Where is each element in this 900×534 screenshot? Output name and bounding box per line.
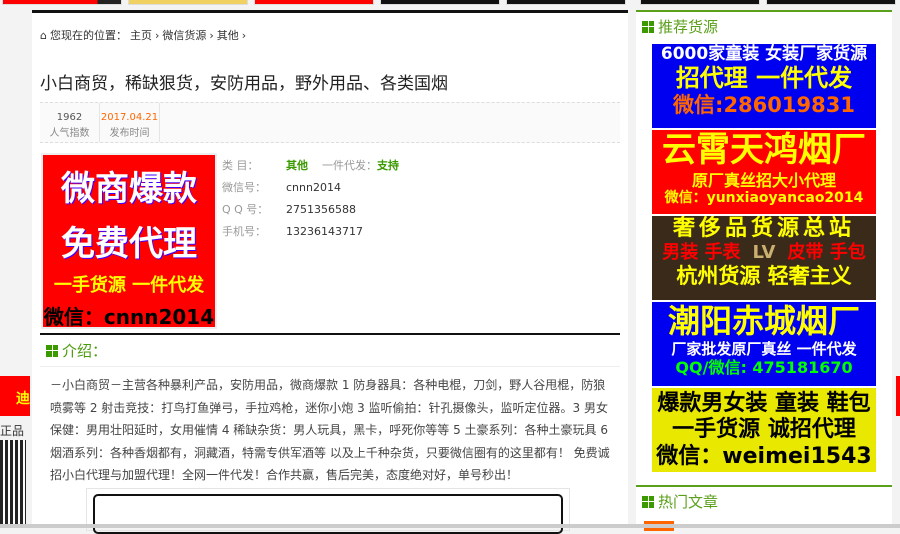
qr-code <box>0 440 26 528</box>
ad-line: 男装 手表 <box>662 242 741 264</box>
thumb-line1: 微商爆款 <box>61 169 197 209</box>
left-float-label: 正品 <box>0 424 25 438</box>
hot-articles-panel: 热门文章 <box>636 485 892 531</box>
ad-line: 微信:286019831 <box>673 93 855 118</box>
grid-icon <box>642 20 654 33</box>
ad-line: 原厂真丝招大小代理 <box>691 170 836 190</box>
chevron-right-icon: › <box>154 28 160 42</box>
top-banner-7[interactable] <box>766 0 896 5</box>
date-stat: 2017.04.21 发布时间 <box>100 103 160 142</box>
category-link[interactable]: 其他 <box>286 155 308 177</box>
ad-line: 潮阳赤城烟厂 <box>667 302 860 340</box>
product-image: 微商爆款 免费代理 一手货源 一件代发 微信：cnnn2014 <box>41 153 217 329</box>
qq-label: Q Q 号： <box>222 203 269 216</box>
views-value: 1962 <box>56 112 83 123</box>
hot-title: 热门文章 <box>658 493 719 511</box>
contact-info: 类 目： 其他 一件代发： 支持 微信号： cnnn2014 Q Q 号： 2751356… <box>222 155 399 243</box>
ad-banner-yunxiao[interactable]: 云霄天鸿烟厂 原厂真丝招大小代理 微信：yunxiaoyancao2014 <box>652 130 876 214</box>
ad-line: 微信：yunxiaoyancao2014 <box>664 189 864 206</box>
ad-line: 微信：weimei1543 <box>656 443 872 469</box>
ad-banner-luxury[interactable]: 奢侈品货源总站 男装 手表 LV 皮带 手包 杭州货源 轻奢主义 <box>652 216 876 300</box>
phone-label: 手机号： <box>222 225 266 238</box>
ad-line: 招代理 一件代发 <box>675 64 853 93</box>
chevron-right-icon: › <box>241 28 247 42</box>
ad-line: 爆款男女装 童装 鞋包 <box>657 391 871 416</box>
right-float-ad[interactable] <box>896 376 900 416</box>
intro-title: 介绍： <box>62 342 108 360</box>
left-ad-text: 迪 <box>16 391 30 407</box>
top-banner-6[interactable] <box>640 0 760 5</box>
breadcrumb-other[interactable]: 其他 <box>217 27 239 43</box>
horizontal-scrollbar[interactable] <box>0 524 900 528</box>
ad-banner-fashion[interactable]: 爆款男女装 童装 鞋包 一手货源 诚招代理 微信：weimei1543 <box>652 388 876 472</box>
qq-value: 2751356588 <box>286 203 356 216</box>
breadcrumb-prefix: 您现在的位置： <box>49 29 127 42</box>
phone-value: 13236143717 <box>286 225 363 238</box>
date-label: 发布时间 <box>109 128 150 139</box>
top-banner-5[interactable] <box>506 0 626 5</box>
recommended-title: 推荐货源 <box>658 18 719 36</box>
wechat-value: cnnn2014 <box>286 181 341 194</box>
breadcrumb-home[interactable]: 主页 <box>130 27 152 43</box>
intro-heading: 介绍： <box>40 333 620 367</box>
ad-line: 厂家批发原厂真丝 一件代发 <box>671 340 857 359</box>
ad-line: 云霄天鸿烟厂 <box>662 130 866 170</box>
hot-heading: 热门文章 <box>636 487 892 516</box>
lv-logo: LV <box>752 242 776 264</box>
recommended-panel: 推荐货源 6000家童装 女装厂家货源 招代理 一件代发 微信:28601983… <box>636 10 892 486</box>
chevron-right-icon: › <box>209 28 214 42</box>
thumb-line3: 一手货源 一件代发 <box>53 275 205 296</box>
wechat-label: 微信号： <box>222 181 266 194</box>
category-label: 类 目： <box>222 159 259 172</box>
date-value: 2017.04.21 <box>100 112 159 123</box>
ad-line: QQ/微信: 475181670 <box>675 358 853 378</box>
recommended-heading: 推荐货源 <box>636 12 892 41</box>
ad-line: 皮带 手包 <box>787 242 866 264</box>
article-stats: 1962 人气指数 2017.04.21 发布时间 <box>40 102 620 143</box>
article-panel: ⌂ 您现在的位置： 主页 › 微信货源 › 其他 › 小白商贸，稀缺狠货，安防用… <box>32 10 628 534</box>
ad-banner-kids-clothing[interactable]: 6000家童装 女装厂家货源 招代理 一件代发 微信:286019831 <box>652 44 876 128</box>
dropship-value: 支持 <box>377 159 399 172</box>
left-float-ad[interactable]: 迪 <box>0 376 30 416</box>
breadcrumb-wechat-sources[interactable]: 微信货源 <box>162 27 206 43</box>
ad-line: 一手货源 诚招代理 <box>672 417 856 443</box>
ad-banner-chaoyang[interactable]: 潮阳赤城烟厂 厂家批发原厂真丝 一件代发 QQ/微信: 475181670 <box>652 302 876 386</box>
dropship-label: 一件代发： <box>322 159 377 172</box>
thumb-line2: 免费代理 <box>61 224 197 264</box>
thumb-line4: 微信：cnnn2014 <box>43 305 215 329</box>
top-banner-1[interactable] <box>2 0 122 5</box>
views-label: 人气指数 <box>49 128 90 139</box>
grid-icon <box>46 344 58 357</box>
intro-text: －小白商贸－主营各种暴利产品，安防用品，微商爆款 1 防身器具：各种电棍，刀剑，… <box>50 378 610 482</box>
breadcrumb: ⌂ 您现在的位置： 主页 › 微信货源 › 其他 › <box>40 27 246 43</box>
grid-icon <box>642 495 654 508</box>
ad-line: 杭州货源 轻奢主义 <box>676 263 852 288</box>
home-icon: ⌂ <box>40 28 47 42</box>
ad-line: 奢侈品货源总站 <box>672 216 855 241</box>
top-banner-3[interactable] <box>254 0 374 5</box>
ad-line: 6000家童装 女装厂家货源 <box>660 44 868 64</box>
top-banner-2[interactable] <box>128 0 248 5</box>
views-stat: 1962 人气指数 <box>40 103 100 142</box>
page-title: 小白商贸，稀缺狠货，安防用品，野外用品、各类国烟 <box>40 74 448 94</box>
top-banner-4[interactable] <box>380 0 500 5</box>
